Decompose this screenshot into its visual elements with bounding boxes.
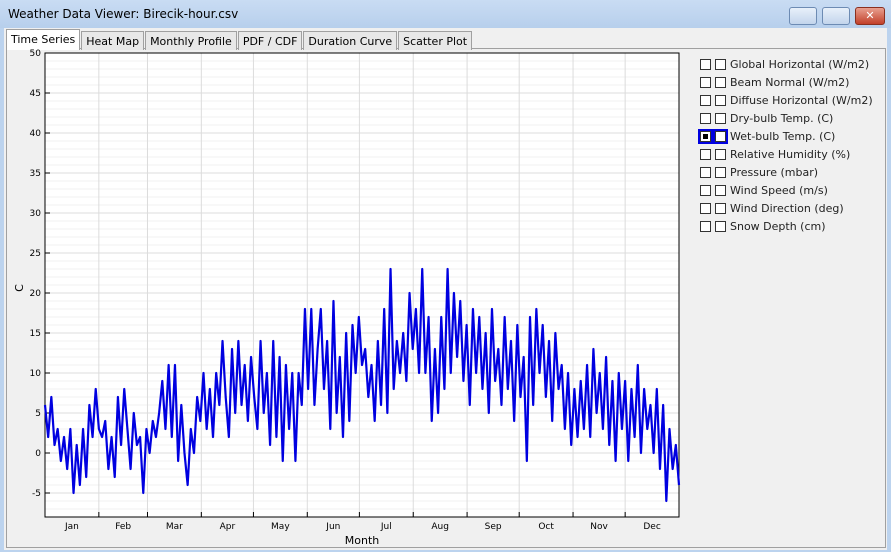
right-axis-checkbox[interactable]: [715, 184, 726, 196]
variable-label: Global Horizontal (W/m2): [730, 57, 870, 71]
y-tick-label: 5: [35, 409, 41, 419]
x-tick-label: Feb: [115, 522, 131, 532]
variable-label: Wind Speed (m/s): [730, 183, 828, 197]
x-tick-label: Jun: [325, 522, 340, 532]
variable-item: Pressure (mbar): [700, 163, 873, 181]
y-tick-label: 10: [30, 369, 42, 379]
x-tick-label: Mar: [166, 522, 183, 532]
variable-item: Wind Direction (deg): [700, 199, 873, 217]
y-tick-label: 35: [30, 169, 41, 179]
left-axis-checkbox[interactable]: [700, 220, 711, 232]
left-axis-checkbox[interactable]: [700, 184, 711, 196]
right-axis-checkbox[interactable]: [715, 202, 726, 214]
right-axis-checkbox[interactable]: [715, 112, 726, 124]
variable-label: Pressure (mbar): [730, 165, 819, 179]
x-tick-label: Aug: [431, 522, 449, 532]
right-axis-checkbox[interactable]: [715, 58, 726, 70]
variable-label: Relative Humidity (%): [730, 147, 851, 161]
variable-label: Dry-bulb Temp. (C): [730, 111, 834, 125]
y-tick-label: 20: [30, 289, 42, 299]
variable-item: Dry-bulb Temp. (C): [700, 109, 873, 127]
y-tick-label: 45: [30, 89, 41, 99]
variable-label: Diffuse Horizontal (W/m2): [730, 93, 873, 107]
x-tick-label: Jul: [380, 522, 392, 532]
variable-label: Beam Normal (W/m2): [730, 75, 850, 89]
y-tick-label: 0: [35, 449, 41, 459]
variable-item: Global Horizontal (W/m2): [700, 55, 873, 73]
x-tick-label: Dec: [643, 522, 660, 532]
x-tick-label: Nov: [590, 522, 608, 532]
x-tick-label: Apr: [220, 522, 236, 532]
variable-list: Global Horizontal (W/m2) Beam Normal (W/m…: [698, 55, 873, 235]
left-axis-checkbox[interactable]: [700, 112, 711, 124]
y-tick-label: 25: [30, 249, 41, 259]
y-tick-label: 50: [30, 49, 42, 59]
variable-item: Relative Humidity (%): [700, 145, 873, 163]
y-tick-label: 15: [30, 329, 41, 339]
y-tick-label: 40: [30, 129, 42, 139]
y-tick-label: -5: [32, 489, 41, 499]
right-axis-checkbox[interactable]: [715, 94, 726, 106]
x-tick-label: Sep: [485, 522, 502, 532]
x-tick-label: Jan: [64, 522, 79, 532]
right-axis-checkbox[interactable]: [715, 220, 726, 232]
left-axis-checkbox[interactable]: [700, 94, 711, 106]
variable-item: Beam Normal (W/m2): [700, 73, 873, 91]
variable-item: Diffuse Horizontal (W/m2): [700, 91, 873, 109]
y-tick-label: 30: [30, 209, 42, 219]
variable-item: Wind Speed (m/s): [700, 181, 873, 199]
variable-label: Snow Depth (cm): [730, 219, 826, 233]
left-axis-checkbox[interactable]: [700, 58, 711, 70]
right-axis-checkbox[interactable]: [715, 166, 726, 178]
right-axis-checkbox[interactable]: [715, 148, 726, 160]
left-axis-checkbox[interactable]: [700, 202, 711, 214]
right-axis-checkbox[interactable]: [715, 76, 726, 88]
variable-item: Snow Depth (cm): [700, 217, 873, 235]
left-axis-checkbox[interactable]: [700, 76, 711, 88]
variable-label: Wet-bulb Temp. (C): [730, 129, 836, 143]
x-tick-label: May: [271, 522, 290, 532]
left-axis-checkbox[interactable]: [698, 128, 713, 144]
right-axis-checkbox[interactable]: [713, 128, 728, 144]
variable-label: Wind Direction (deg): [730, 201, 844, 215]
left-axis-checkbox[interactable]: [700, 148, 711, 160]
x-tick-label: Oct: [538, 522, 554, 532]
y-axis-label: C: [13, 284, 26, 292]
left-axis-checkbox[interactable]: [700, 166, 711, 178]
variable-item: Wet-bulb Temp. (C): [698, 127, 873, 145]
x-axis-label: Month: [345, 534, 380, 547]
